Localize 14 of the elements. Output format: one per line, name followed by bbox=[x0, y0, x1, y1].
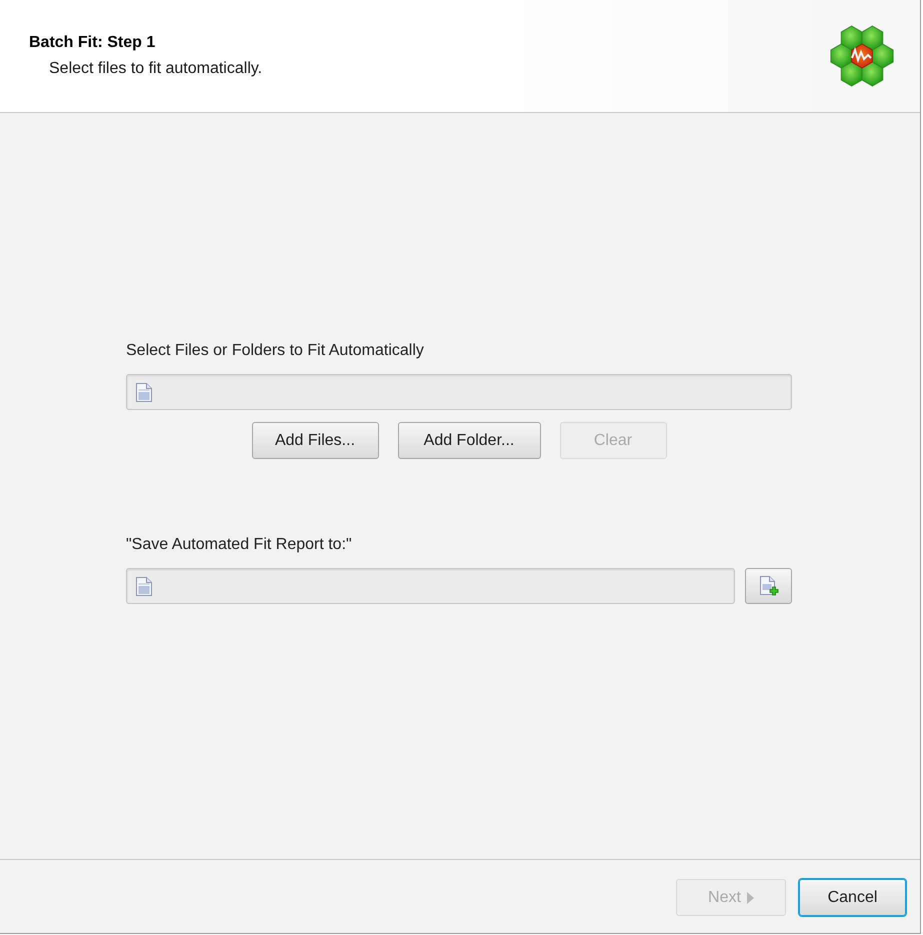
right-arrow-icon bbox=[746, 892, 754, 904]
document-icon bbox=[136, 576, 152, 596]
files-field[interactable] bbox=[126, 374, 792, 410]
report-label: "Save Automated Fit Report to:" bbox=[126, 535, 352, 555]
action-button[interactable]: Add Files... bbox=[252, 422, 378, 459]
dialog-title: Batch Fit: Step 1 bbox=[29, 33, 156, 53]
new-file-button[interactable] bbox=[745, 568, 792, 604]
action-button[interactable]: Add Folder... bbox=[398, 422, 540, 459]
cancel-button[interactable]: Cancel bbox=[799, 879, 906, 916]
document-icon bbox=[136, 382, 152, 402]
files-label: Select Files or Folders to Fit Automatically bbox=[126, 341, 424, 361]
document-plus-icon bbox=[758, 576, 778, 596]
report-path-field[interactable] bbox=[126, 568, 735, 604]
dialog-subtitle: Select files to fit automatically. bbox=[48, 59, 262, 79]
